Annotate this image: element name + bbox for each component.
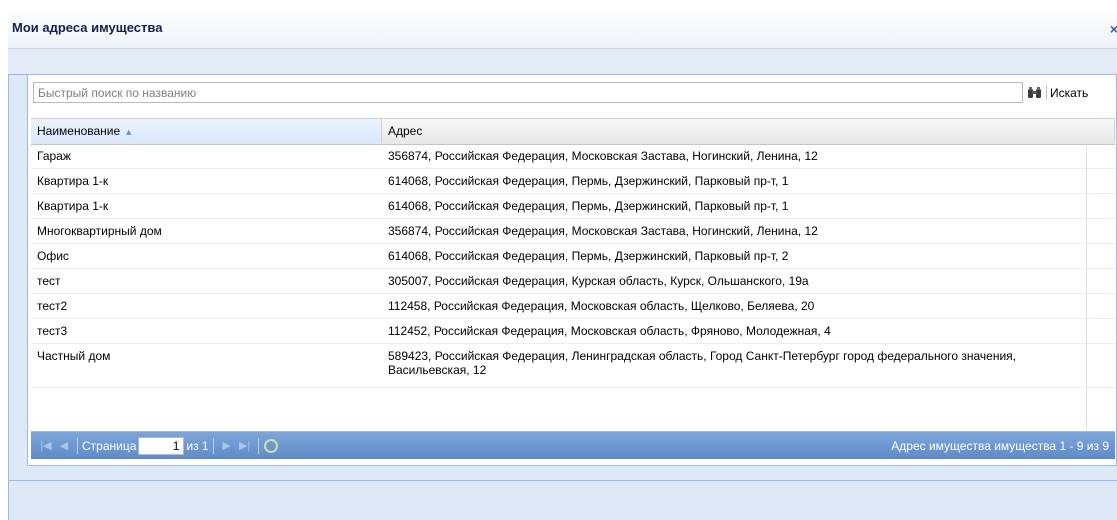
button-divider [1046,85,1047,100]
first-page-icon[interactable]: |◀ [37,439,55,452]
close-icon[interactable]: × [1105,20,1117,38]
footer-divider [8,480,1117,481]
cell-address: 112458, Российская Федерация, Московская… [388,299,815,313]
cell-address: 305007, Российская Федерация, Курская об… [388,274,809,288]
cell-address: 614068, Российская Федерация, Пермь, Дзе… [388,199,789,213]
refresh-icon[interactable] [263,438,279,454]
cell-address: 112452, Российская Федерация, Московская… [388,324,831,338]
sort-ascending-icon: ▲ [124,127,134,137]
table-row[interactable]: Многоквартирный дом 356874, Российская Ф… [31,219,1115,244]
search-button-label: Искать [1050,85,1089,100]
table-row[interactable]: Квартира 1-к 614068, Российская Федераци… [31,194,1115,219]
search-input[interactable] [33,82,1023,103]
table-row[interactable]: тест3 112452, Российская Федерация, Моск… [31,319,1115,344]
cell-name: Квартира 1-к [37,199,109,213]
cell-address: 614068, Российская Федерация, Пермь, Дзе… [388,174,789,188]
table-row[interactable]: Квартира 1-к 614068, Российская Федераци… [31,169,1115,194]
column-header-address[interactable]: Адрес [382,119,1115,143]
cell-name: Гараж [37,149,71,163]
cell-name: Многоквартирный дом [37,224,162,238]
grid-header: Наименование ▲ Адрес [31,118,1115,145]
cell-address: 589423, Российская Федерация, Ленинградс… [388,349,1016,377]
page-count-label: из 1 [186,438,209,453]
prev-page-icon[interactable]: ◀ [55,439,73,452]
binoculars-icon [1028,86,1041,98]
window-title: Мои адреса имущества [12,20,163,35]
cell-name: тест [37,274,61,288]
table-row[interactable]: Частный дом 589423, Российская Федерация… [31,344,1115,388]
cell-name: тест3 [37,324,68,338]
cell-address: 356874, Российская Федерация, Московская… [388,224,818,238]
search-bar: Искать [27,79,1115,109]
property-addresses-window: Мои адреса имущества × Искать Наименован… [0,0,1117,520]
grid-scrollbar-track[interactable] [1086,144,1087,428]
table-row[interactable]: тест2 112458, Российская Федерация, Моск… [31,294,1115,319]
title-bar[interactable]: Мои адреса имущества × [8,8,1117,48]
cell-name: Квартира 1-к [37,174,109,188]
last-page-icon[interactable]: ▶| [236,439,254,452]
table-row[interactable]: Офис 614068, Российская Федерация, Пермь… [31,244,1115,269]
cell-name: Частный дом [37,349,111,363]
column-header-name[interactable]: Наименование ▲ [31,119,382,143]
table-row[interactable]: Гараж 356874, Российская Федерация, Моск… [31,144,1115,169]
cell-address: 356874, Российская Федерация, Московская… [388,149,818,163]
paging-status: Адрес имущества имущества 1 - 9 из 9 [891,438,1109,453]
toolbar-strip [8,48,1117,75]
grid-body: Гараж 356874, Российская Федерация, Моск… [31,144,1115,430]
cell-name: тест2 [37,299,68,313]
page-label: Страница [82,438,137,453]
separator [212,437,214,454]
cell-name: Офис [37,249,69,263]
next-page-icon[interactable]: ▶ [218,439,236,452]
paging-toolbar: |◀ ◀ Страница из 1 ▶ ▶| Адрес имущества … [31,431,1115,459]
column-header-address-label: Адрес [388,124,423,138]
column-header-name-label: Наименование [37,124,121,138]
search-button[interactable]: Искать [1027,82,1111,103]
page-number-input[interactable] [138,436,185,455]
cell-address: 614068, Российская Федерация, Пермь, Дзе… [388,249,789,263]
separator [257,437,259,454]
table-row[interactable]: тест 305007, Российская Федерация, Курск… [31,269,1115,294]
separator [77,437,78,454]
